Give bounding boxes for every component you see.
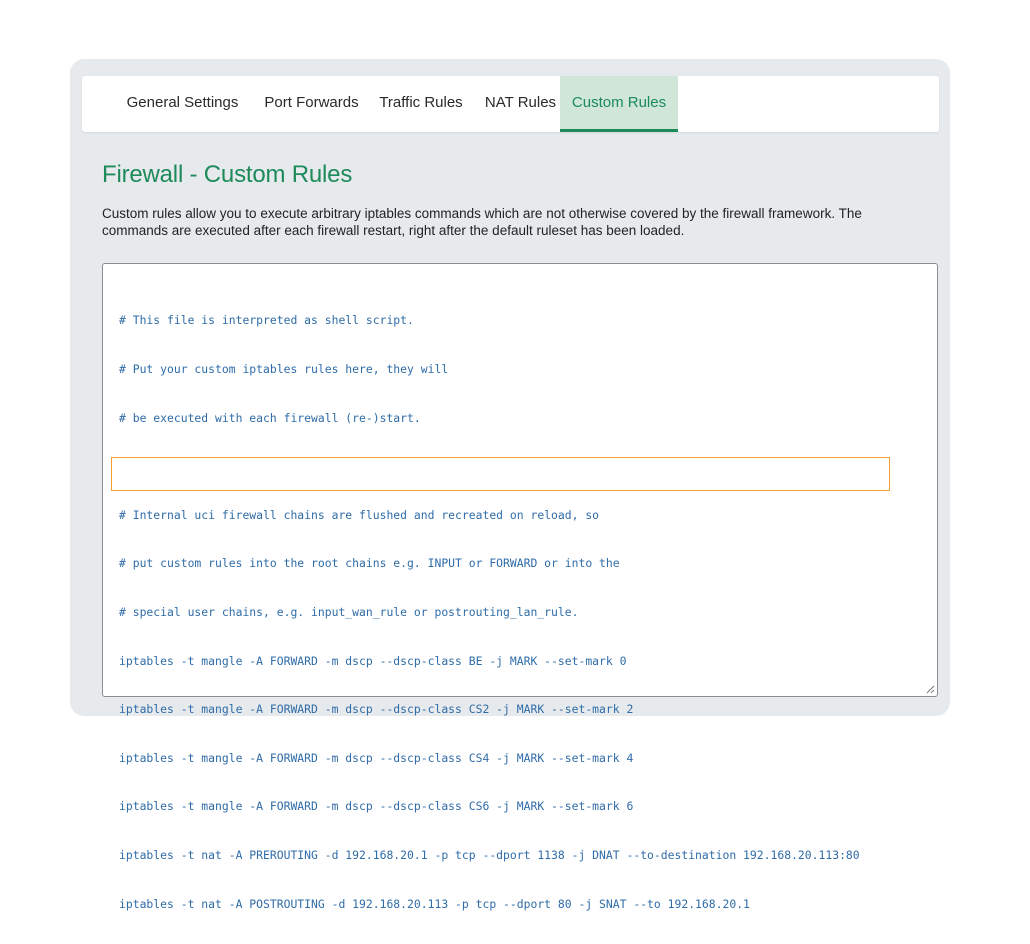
code-content: # This file is interpreted as shell scri…	[119, 280, 860, 944]
tab-general-settings[interactable]: General Settings	[98, 76, 267, 129]
code-line: # Put your custom iptables rules here, t…	[119, 362, 449, 376]
tab-port-forwards[interactable]: Port Forwards	[246, 76, 377, 129]
code-line: # special user chains, e.g. input_wan_ru…	[119, 604, 579, 619]
tab-custom-rules[interactable]: Custom Rules	[560, 76, 678, 132]
tab-nat-rules[interactable]: NAT Rules	[473, 76, 568, 129]
resize-grip-icon[interactable]	[925, 684, 935, 694]
custom-rules-textarea[interactable]: # This file is interpreted as shell scri…	[102, 263, 938, 911]
code-line: iptables -t mangle -A FORWARD -m dscp --…	[119, 653, 627, 668]
code-line: # This file is interpreted as shell scri…	[119, 313, 414, 328]
page-description: Custom rules allow you to execute arbitr…	[102, 206, 862, 238]
code-line: iptables -t mangle -A FORWARD -m dscp --…	[119, 750, 634, 765]
code-line: # put custom rules into the root chains …	[119, 556, 620, 571]
page-title: Firewall - Custom Rules	[102, 161, 353, 188]
code-line: iptables -t nat -A PREROUTING -d 192.168…	[119, 847, 860, 862]
code-line: iptables -t mangle -A FORWARD -m dscp --…	[119, 799, 634, 814]
firewall-panel: General Settings Port Forwards Traffic R…	[70, 59, 950, 911]
tab-traffic-rules[interactable]: Traffic Rules	[361, 76, 481, 129]
code-line: iptables -t nat -A POSTROUTING -d 192.16…	[119, 896, 750, 911]
tab-bar: General Settings Port Forwards Traffic R…	[82, 76, 939, 132]
code-line: iptables -t mangle -A FORWARD -m dscp --…	[119, 702, 634, 717]
code-line: # Internal uci firewall chains are flush…	[119, 507, 600, 522]
code-line: # be executed with each firewall (re-)st…	[119, 410, 421, 425]
